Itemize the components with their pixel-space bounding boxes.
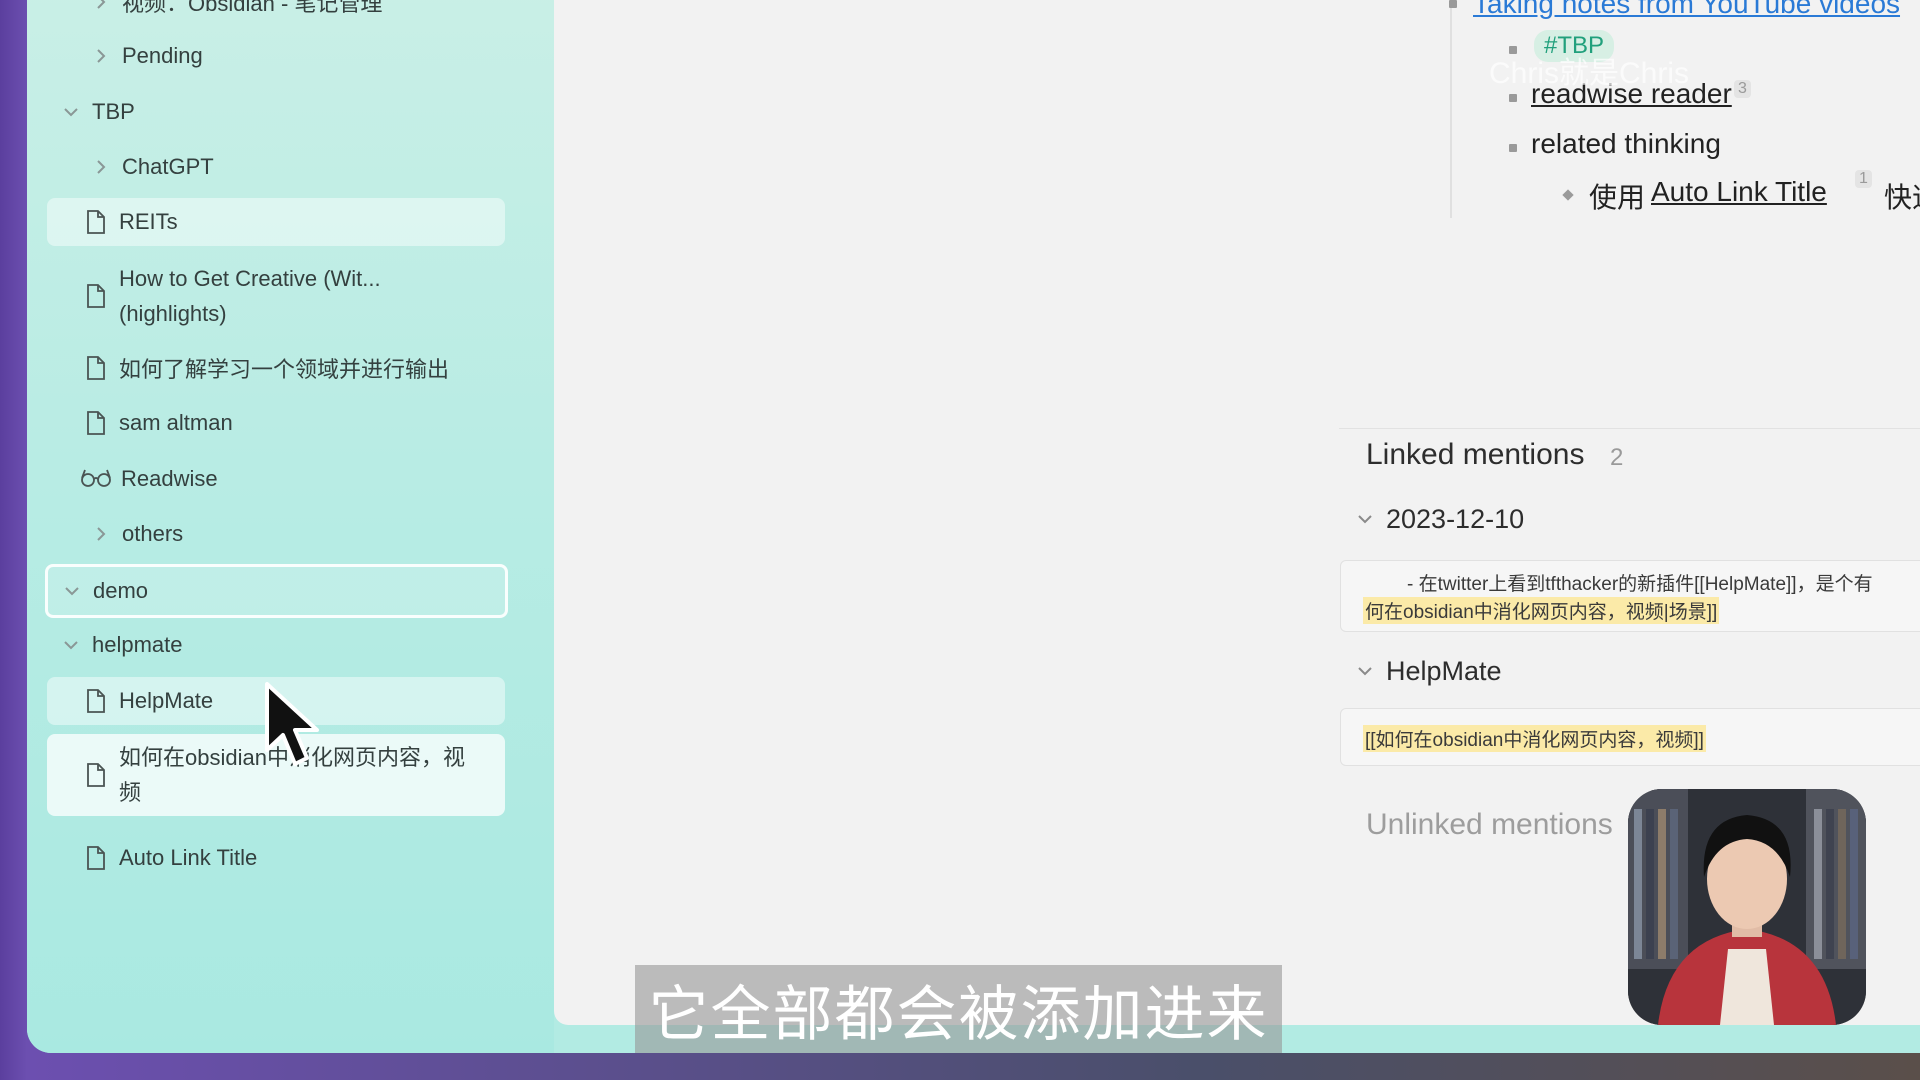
file-label-line2: (highlights) bbox=[119, 301, 227, 326]
watermark: Chris就是Chris bbox=[1489, 57, 1690, 90]
folder-label: 视频：Obsidian - 笔记管理 bbox=[122, 0, 383, 16]
folder-readwise[interactable]: Readwise bbox=[81, 455, 530, 503]
chevron-right-icon bbox=[90, 45, 112, 67]
file-label-line2: 频 bbox=[119, 780, 142, 805]
mention-highlight-line: 何在obsidian中消化网页内容，视频|场景]] bbox=[1363, 597, 1720, 624]
folder-label: TBP bbox=[92, 99, 135, 124]
list-bullet-diamond bbox=[1562, 189, 1574, 201]
folder-label: demo bbox=[93, 578, 149, 603]
file-label: 如何了解学习一个领域并进行输出 bbox=[119, 357, 450, 382]
file-label: HelpMate bbox=[119, 688, 214, 713]
chevron-down-icon bbox=[61, 580, 83, 602]
file-label: Auto Link Title bbox=[119, 845, 258, 870]
folder-demo[interactable]: demo bbox=[45, 564, 508, 618]
mention-card[interactable]: - 在twitter上看到tfthacker的新插件[[HelpMate]]，是… bbox=[1340, 560, 1920, 632]
file-label-block: How to Get Creative (Wit... (highlights) bbox=[119, 261, 381, 331]
chevron-right-icon bbox=[90, 0, 112, 13]
presenter-image bbox=[1628, 789, 1866, 1025]
mention-group-2023-12-10[interactable]: 2023-12-10 bbox=[1354, 495, 1754, 543]
chevron-down-icon bbox=[60, 634, 82, 656]
folder-pending[interactable]: Pending bbox=[90, 32, 530, 80]
chevron-right-icon bbox=[90, 523, 112, 545]
folder-label: others bbox=[122, 521, 184, 546]
list-bullet bbox=[1509, 144, 1517, 152]
file-label: sam altman bbox=[119, 410, 233, 435]
file-label: REITs bbox=[119, 209, 178, 234]
chevron-down-icon bbox=[1354, 660, 1376, 682]
mention-text-line: - 在twitter上看到tfthacker的新插件[[HelpMate]]，是… bbox=[1407, 574, 1873, 595]
file-icon bbox=[85, 355, 109, 381]
folder-label: Readwise bbox=[121, 466, 218, 491]
folder-others[interactable]: others bbox=[90, 510, 530, 558]
link-taking-notes[interactable]: Taking notes from YouTube videos bbox=[1473, 0, 1900, 20]
chevron-down-icon bbox=[1354, 508, 1376, 530]
folder-label: Pending bbox=[122, 43, 203, 68]
folder-label: ChatGPT bbox=[122, 154, 214, 179]
glasses-icon bbox=[81, 466, 111, 492]
sub-suffix-text: 快速 bbox=[1884, 182, 1920, 213]
related-thinking-text: related thinking bbox=[1531, 128, 1721, 159]
folder-chatgpt[interactable]: ChatGPT bbox=[90, 143, 530, 191]
file-reits[interactable]: REITs bbox=[47, 198, 505, 246]
unlinked-mentions-title[interactable]: Unlinked mentions bbox=[1366, 808, 1613, 842]
list-bullet bbox=[1449, 0, 1457, 8]
file-icon bbox=[85, 209, 109, 235]
folder-label: helpmate bbox=[92, 632, 183, 657]
file-icon bbox=[85, 845, 109, 871]
link-auto-link-title[interactable]: Auto Link Title bbox=[1651, 176, 1827, 208]
backlink-count: 3 bbox=[1734, 80, 1751, 98]
file-icon bbox=[85, 410, 109, 436]
linked-mentions-count: 2 bbox=[1610, 444, 1624, 471]
file-label: How to Get Creative (Wit... bbox=[119, 266, 381, 291]
indent-guide bbox=[1450, 0, 1452, 218]
video-subtitle: 它全部都会被添加进来 bbox=[635, 965, 1282, 1053]
mention-group-title: 2023-12-10 bbox=[1386, 503, 1525, 534]
file-learn-domain[interactable]: 如何了解学习一个领域并进行输出 bbox=[85, 344, 530, 392]
backlink-count: 1 bbox=[1855, 170, 1872, 188]
folder-tbp[interactable]: TBP bbox=[60, 88, 530, 136]
chevron-down-icon bbox=[60, 101, 82, 123]
mention-card[interactable]: [[如何在obsidian中消化网页内容，视频]] bbox=[1340, 708, 1920, 766]
mouse-cursor-icon bbox=[265, 682, 319, 766]
mention-group-helpmate[interactable]: HelpMate bbox=[1354, 647, 1754, 695]
file-how-to-get-creative[interactable]: How to Get Creative (Wit... (highlights) bbox=[85, 260, 530, 332]
list-bullet bbox=[1509, 94, 1517, 102]
mention-group-title: HelpMate bbox=[1386, 655, 1502, 686]
sub-prefix-text: 使用 bbox=[1589, 182, 1646, 213]
linked-mentions-title[interactable]: Linked mentions bbox=[1366, 438, 1584, 472]
file-sam-altman[interactable]: sam altman bbox=[85, 399, 530, 447]
file-icon bbox=[85, 762, 109, 788]
file-icon bbox=[85, 283, 109, 309]
divider bbox=[1339, 428, 1920, 429]
chevron-right-icon bbox=[90, 156, 112, 178]
file-icon bbox=[85, 688, 109, 714]
file-explorer-sidebar: 视频：Obsidian - 笔记管理 Pending TBP ChatGPT R… bbox=[27, 0, 554, 1053]
folder-helpmate[interactable]: helpmate bbox=[60, 621, 530, 669]
webcam-overlay bbox=[1628, 789, 1866, 1025]
file-auto-link-title[interactable]: Auto Link Title bbox=[85, 834, 530, 882]
mention-highlight-line: [[如何在obsidian中消化网页内容，视频]] bbox=[1363, 725, 1706, 752]
folder-video-obsidian[interactable]: 视频：Obsidian - 笔记管理 bbox=[90, 0, 530, 26]
